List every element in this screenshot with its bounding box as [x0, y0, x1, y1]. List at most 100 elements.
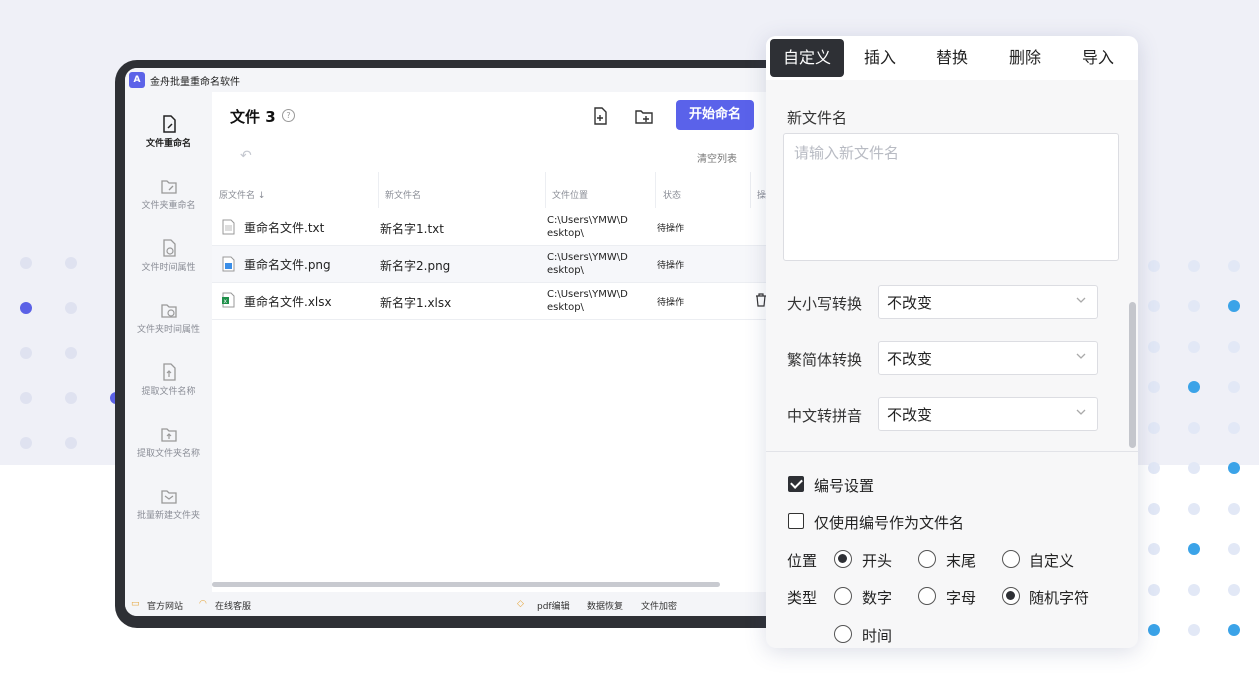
- page-title: 文件 3: [230, 108, 276, 126]
- type-label: 类型: [787, 589, 818, 607]
- column-divider: [545, 172, 546, 208]
- sidebar-item-folder-time[interactable]: 文件夹时间属性: [125, 300, 212, 335]
- column-new-name: 新文件名: [385, 191, 422, 201]
- divider: [766, 451, 1138, 452]
- new-name-input[interactable]: 请输入新文件名: [783, 133, 1119, 261]
- tab-insert[interactable]: 插入: [848, 39, 912, 77]
- sidebar-item-label: 文件夹重命名: [141, 201, 196, 211]
- help-icon[interactable]: ?: [282, 109, 295, 122]
- sidebar-item-new-folder[interactable]: 批量新建文件夹: [125, 486, 212, 521]
- sidebar: 文件重命名 文件夹重命名 文件时间属性 文件夹时间属性 提取文件名称 提取文件夹…: [125, 92, 212, 592]
- chevron-down-icon: [1076, 409, 1086, 415]
- pinyin-label: 中文转拼音: [787, 407, 863, 425]
- sidebar-item-folder-rename[interactable]: 文件夹重命名: [125, 176, 212, 211]
- new-name-label: 新文件名: [787, 109, 848, 127]
- file-location: C:\Users\YMW\D esktop\: [547, 289, 628, 313]
- promo-icon: ◇: [517, 599, 524, 609]
- png-file-icon: [222, 256, 235, 272]
- new-name: 新名字1.txt: [380, 222, 444, 236]
- extract-folder-icon: [160, 428, 177, 442]
- position-end-label: 末尾: [946, 552, 977, 570]
- new-name: 新名字1.xlsx: [380, 296, 452, 310]
- sidebar-item-label: 文件夹时间属性: [136, 325, 200, 335]
- new-name: 新名字2.png: [380, 259, 451, 273]
- type-time-radio[interactable]: [834, 625, 852, 643]
- traditional-value: 不改变: [887, 350, 933, 368]
- data-recovery-link[interactable]: 数据恢复: [587, 599, 623, 612]
- file-rename-icon: [162, 115, 176, 133]
- start-rename-button[interactable]: 开始命名: [676, 100, 754, 130]
- column-original-name[interactable]: 原文件名 ↓: [219, 188, 265, 201]
- type-letter-label: 字母: [946, 589, 977, 607]
- sidebar-item-label: 批量新建文件夹: [136, 511, 200, 521]
- main-content: 文件 3 ? 开始命名 ↶ 清空列表 原文件名 ↓ 新文件名 文件位置 状态 操…: [212, 92, 805, 592]
- column-location: 文件位置: [552, 191, 589, 201]
- type-time-label: 时间: [862, 627, 893, 645]
- pinyin-value: 不改变: [887, 406, 933, 424]
- status-bar: ▭ 官方网站 ◠ 在线客服 ◇ pdf编辑 数据恢复 文件加密: [125, 592, 805, 616]
- type-random-label: 随机字符: [1029, 589, 1090, 607]
- tab-custom[interactable]: 自定义: [770, 39, 844, 77]
- traditional-label: 繁简体转换: [787, 351, 863, 369]
- sidebar-item-file-time[interactable]: 文件时间属性: [125, 238, 212, 273]
- position-end-radio[interactable]: [918, 550, 936, 568]
- type-random-radio[interactable]: [1002, 587, 1020, 605]
- add-file-icon[interactable]: [590, 106, 610, 126]
- app-window: A 金舟批量重命名软件 文件重命名 文件夹重命名 文件时间属性 文件夹时间属性: [125, 68, 805, 616]
- table-row[interactable]: 重命名文件.png 新名字2.png C:\Users\YMW\D esktop…: [212, 246, 805, 283]
- type-number-label: 数字: [862, 589, 893, 607]
- clear-list-button[interactable]: 清空列表: [697, 150, 737, 165]
- tab-import[interactable]: 导入: [1066, 39, 1130, 77]
- status-text: 待操作: [657, 224, 685, 234]
- tab-delete[interactable]: 删除: [993, 39, 1057, 77]
- horizontal-scrollbar[interactable]: [212, 582, 720, 587]
- sidebar-item-label: 提取文件夹名称: [136, 449, 200, 459]
- only-number-checkbox[interactable]: [788, 513, 804, 529]
- case-value: 不改变: [887, 294, 933, 312]
- pinyin-select[interactable]: 不改变: [878, 397, 1098, 431]
- numbering-label: 编号设置: [814, 477, 875, 495]
- website-icon: ▭: [131, 599, 140, 609]
- table-row[interactable]: x 重命名文件.xlsx 新名字1.xlsx C:\Users\YMW\D es…: [212, 283, 805, 320]
- original-name: 重命名文件.png: [244, 258, 331, 272]
- online-service-link[interactable]: 在线客服: [215, 599, 251, 612]
- rename-settings-panel: 自定义 插入 替换 删除 导入 新文件名 请输入新文件名 大小写转换 不改变 繁…: [766, 36, 1138, 648]
- tab-replace[interactable]: 替换: [920, 39, 984, 77]
- svg-text:x: x: [224, 298, 228, 305]
- position-start-radio[interactable]: [834, 550, 852, 568]
- pdf-edit-link[interactable]: pdf编辑: [537, 599, 570, 612]
- undo-icon[interactable]: ↶: [240, 148, 252, 164]
- status-text: 待操作: [657, 298, 685, 308]
- sidebar-item-label: 文件重命名: [145, 139, 191, 149]
- file-encrypt-link[interactable]: 文件加密: [641, 599, 677, 612]
- website-link[interactable]: 官方网站: [147, 599, 183, 612]
- new-folder-icon: [160, 490, 177, 504]
- sidebar-item-label: 提取文件名称: [141, 387, 196, 397]
- tablet-frame: A 金舟批量重命名软件 文件重命名 文件夹重命名 文件时间属性 文件夹时间属性: [115, 60, 815, 628]
- sidebar-item-file-rename[interactable]: 文件重命名: [125, 114, 212, 149]
- sidebar-item-extract-folder[interactable]: 提取文件夹名称: [125, 424, 212, 459]
- status-text: 待操作: [657, 261, 685, 271]
- case-label: 大小写转换: [787, 295, 863, 313]
- sidebar-item-label: 文件时间属性: [141, 263, 196, 273]
- sidebar-item-extract-file[interactable]: 提取文件名称: [125, 362, 212, 397]
- traditional-select[interactable]: 不改变: [878, 341, 1098, 375]
- numbering-checkbox[interactable]: [788, 476, 804, 492]
- type-letter-radio[interactable]: [918, 587, 936, 605]
- add-folder-icon[interactable]: [634, 106, 654, 126]
- file-location: C:\Users\YMW\D esktop\: [547, 215, 628, 239]
- type-number-radio[interactable]: [834, 587, 852, 605]
- tab-bar: 自定义 插入 替换 删除 导入: [766, 36, 1138, 80]
- app-logo-icon: A: [129, 72, 145, 88]
- extract-file-icon: [162, 363, 176, 381]
- txt-file-icon: [222, 219, 235, 235]
- column-divider: [378, 172, 379, 208]
- title-bar: A 金舟批量重命名软件: [125, 68, 805, 92]
- position-custom-radio[interactable]: [1002, 550, 1020, 568]
- table-row[interactable]: 重命名文件.txt 新名字1.txt C:\Users\YMW\D esktop…: [212, 209, 805, 246]
- case-select[interactable]: 不改变: [878, 285, 1098, 319]
- column-divider: [655, 172, 656, 208]
- folder-time-icon: [160, 304, 177, 318]
- file-time-icon: [162, 239, 176, 257]
- vertical-scrollbar[interactable]: [1129, 302, 1136, 448]
